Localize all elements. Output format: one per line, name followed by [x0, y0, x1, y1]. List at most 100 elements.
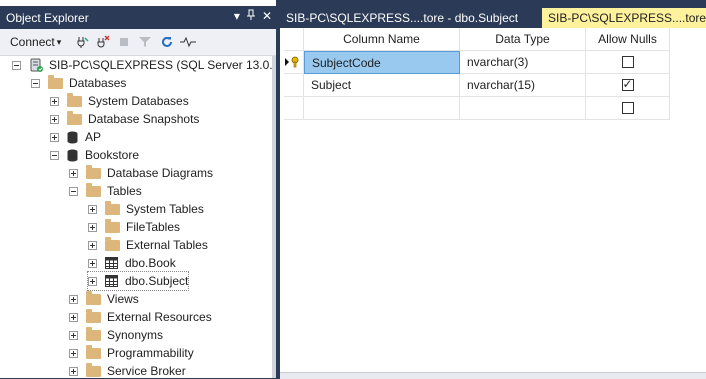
- tree-node[interactable]: External Resources: [69, 308, 212, 326]
- disconnect-icon[interactable]: [96, 33, 110, 51]
- collapse-icon[interactable]: [12, 60, 21, 70]
- tree-node-label: Views: [107, 292, 139, 306]
- pin-icon[interactable]: [246, 9, 256, 24]
- row-header-corner: [284, 28, 304, 51]
- expand-icon[interactable]: [69, 168, 78, 178]
- row-selector[interactable]: [284, 74, 304, 97]
- tree-node-label: System Tables: [126, 202, 204, 216]
- tree-node[interactable]: Database Snapshots: [50, 110, 199, 128]
- row-selector[interactable]: [284, 51, 304, 74]
- folder-icon: [86, 290, 107, 305]
- grid-header-row: Column Name Data Type Allow Nulls: [284, 28, 670, 51]
- data-type-cell[interactable]: nvarchar(3): [460, 51, 586, 74]
- tree-node-label: Programmability: [107, 346, 194, 360]
- tree-node[interactable]: AP: [50, 128, 101, 146]
- expand-icon[interactable]: [88, 240, 97, 250]
- row-selector[interactable]: [284, 97, 304, 120]
- allow-nulls-checkbox[interactable]: [621, 102, 634, 114]
- activity-monitor-icon[interactable]: [180, 33, 196, 51]
- expand-icon[interactable]: [88, 276, 97, 286]
- collapse-icon[interactable]: [50, 150, 59, 160]
- tree-node[interactable]: Database Diagrams: [69, 164, 213, 182]
- table-icon: [105, 257, 125, 269]
- tab-label: SIB-PC\SQLEXPRESS....tore - d: [548, 11, 706, 25]
- connect-plug-icon[interactable]: [76, 33, 90, 51]
- tree-node-label: System Databases: [88, 94, 189, 108]
- expand-icon[interactable]: [69, 312, 78, 322]
- tree-node[interactable]: Programmability: [69, 344, 194, 362]
- tab-dbo-subject[interactable]: SIB-PC\SQLEXPRESS....tore - dbo.Subject: [280, 8, 542, 28]
- expand-icon[interactable]: [50, 96, 59, 106]
- expand-icon[interactable]: [88, 258, 97, 268]
- allow-nulls-cell: [586, 74, 670, 97]
- connect-dropdown-icon[interactable]: ▾: [57, 37, 62, 48]
- expand-icon[interactable]: [69, 348, 78, 358]
- tree-node-label: Bookstore: [85, 148, 140, 162]
- folder-icon: [67, 110, 88, 125]
- allow-nulls-checkbox[interactable]: [621, 77, 634, 91]
- table-row[interactable]: [284, 97, 670, 120]
- expand-icon[interactable]: [88, 222, 97, 232]
- tree-scrollbar[interactable]: [272, 56, 276, 378]
- collapse-icon[interactable]: [31, 78, 40, 88]
- expand-icon[interactable]: [50, 132, 59, 142]
- tree-node-label: FileTables: [126, 220, 181, 234]
- data-type-header[interactable]: Data Type: [460, 28, 586, 51]
- stop-icon[interactable]: [118, 33, 130, 51]
- data-type-cell[interactable]: [460, 97, 586, 120]
- tree-node-label: dbo.Book: [125, 256, 176, 270]
- allow-nulls-checkbox[interactable]: [621, 56, 634, 68]
- server-icon: [29, 58, 49, 72]
- tree-node[interactable]: System Databases: [50, 92, 189, 110]
- folder-icon: [105, 236, 126, 251]
- table-row[interactable]: Subject nvarchar(15): [284, 74, 670, 97]
- column-name-header[interactable]: Column Name: [304, 28, 460, 51]
- folder-icon: [105, 200, 126, 215]
- tree-node[interactable]: dbo.Book: [88, 254, 176, 272]
- expand-icon[interactable]: [69, 330, 78, 340]
- column-name-cell[interactable]: [304, 97, 460, 120]
- tree-node-label: AP: [85, 130, 102, 144]
- tab-active-designer[interactable]: SIB-PC\SQLEXPRESS....tore - d: [542, 8, 706, 28]
- tree-node-label: Synonyms: [107, 328, 164, 342]
- table-designer: Column Name Data Type Allow Nulls Subjec…: [280, 28, 706, 378]
- object-explorer-titlebar: Object Explorer ▾ ✕: [0, 6, 276, 29]
- tree-node[interactable]: Bookstore: [50, 146, 139, 164]
- filter-icon[interactable]: [138, 33, 152, 51]
- tree-node-label: Databases: [69, 76, 127, 90]
- tree-node[interactable]: Views: [69, 290, 139, 308]
- column-name-cell[interactable]: Subject: [304, 74, 460, 97]
- expand-icon[interactable]: [69, 294, 78, 304]
- close-icon[interactable]: ✕: [262, 9, 272, 24]
- tree-node[interactable]: System Tables: [88, 200, 204, 218]
- tree-node[interactable]: Service Broker: [69, 362, 186, 378]
- tree-node[interactable]: dbo.Subject: [86, 271, 190, 291]
- database-icon: [67, 149, 85, 162]
- table-row[interactable]: SubjectCode nvarchar(3): [284, 51, 670, 74]
- refresh-icon[interactable]: [160, 33, 174, 51]
- tree-node-label: Service Broker: [107, 364, 186, 378]
- tree-node[interactable]: External Tables: [88, 236, 208, 254]
- table-icon: [105, 275, 125, 287]
- tree-node-label: dbo.Subject: [125, 274, 189, 288]
- tree-node[interactable]: Tables: [69, 182, 142, 200]
- window-position-dropdown-icon[interactable]: ▾: [234, 9, 240, 24]
- column-name-cell[interactable]: SubjectCode: [304, 51, 460, 74]
- folder-icon: [86, 308, 107, 323]
- tree-node[interactable]: SIB-PC\SQLEXPRESS (SQL Server 13.0.4001: [12, 56, 276, 74]
- allow-nulls-cell: [586, 51, 670, 74]
- tree-node[interactable]: Synonyms: [69, 326, 163, 344]
- tab-label: SIB-PC\SQLEXPRESS....tore - dbo.Subject: [286, 11, 519, 25]
- tree-node[interactable]: FileTables: [88, 218, 180, 236]
- tree-node[interactable]: Databases: [31, 74, 126, 92]
- expand-icon[interactable]: [88, 204, 97, 214]
- tree-node-label: Database Diagrams: [107, 166, 214, 180]
- expand-icon[interactable]: [69, 366, 78, 376]
- collapse-icon[interactable]: [69, 186, 78, 196]
- connect-button[interactable]: Connect ▾: [10, 33, 61, 51]
- expand-icon[interactable]: [50, 114, 59, 124]
- tree-node-label: Database Snapshots: [88, 112, 200, 126]
- allow-nulls-header[interactable]: Allow Nulls: [586, 28, 670, 51]
- data-type-cell[interactable]: nvarchar(15): [460, 74, 586, 97]
- folder-icon: [67, 92, 88, 107]
